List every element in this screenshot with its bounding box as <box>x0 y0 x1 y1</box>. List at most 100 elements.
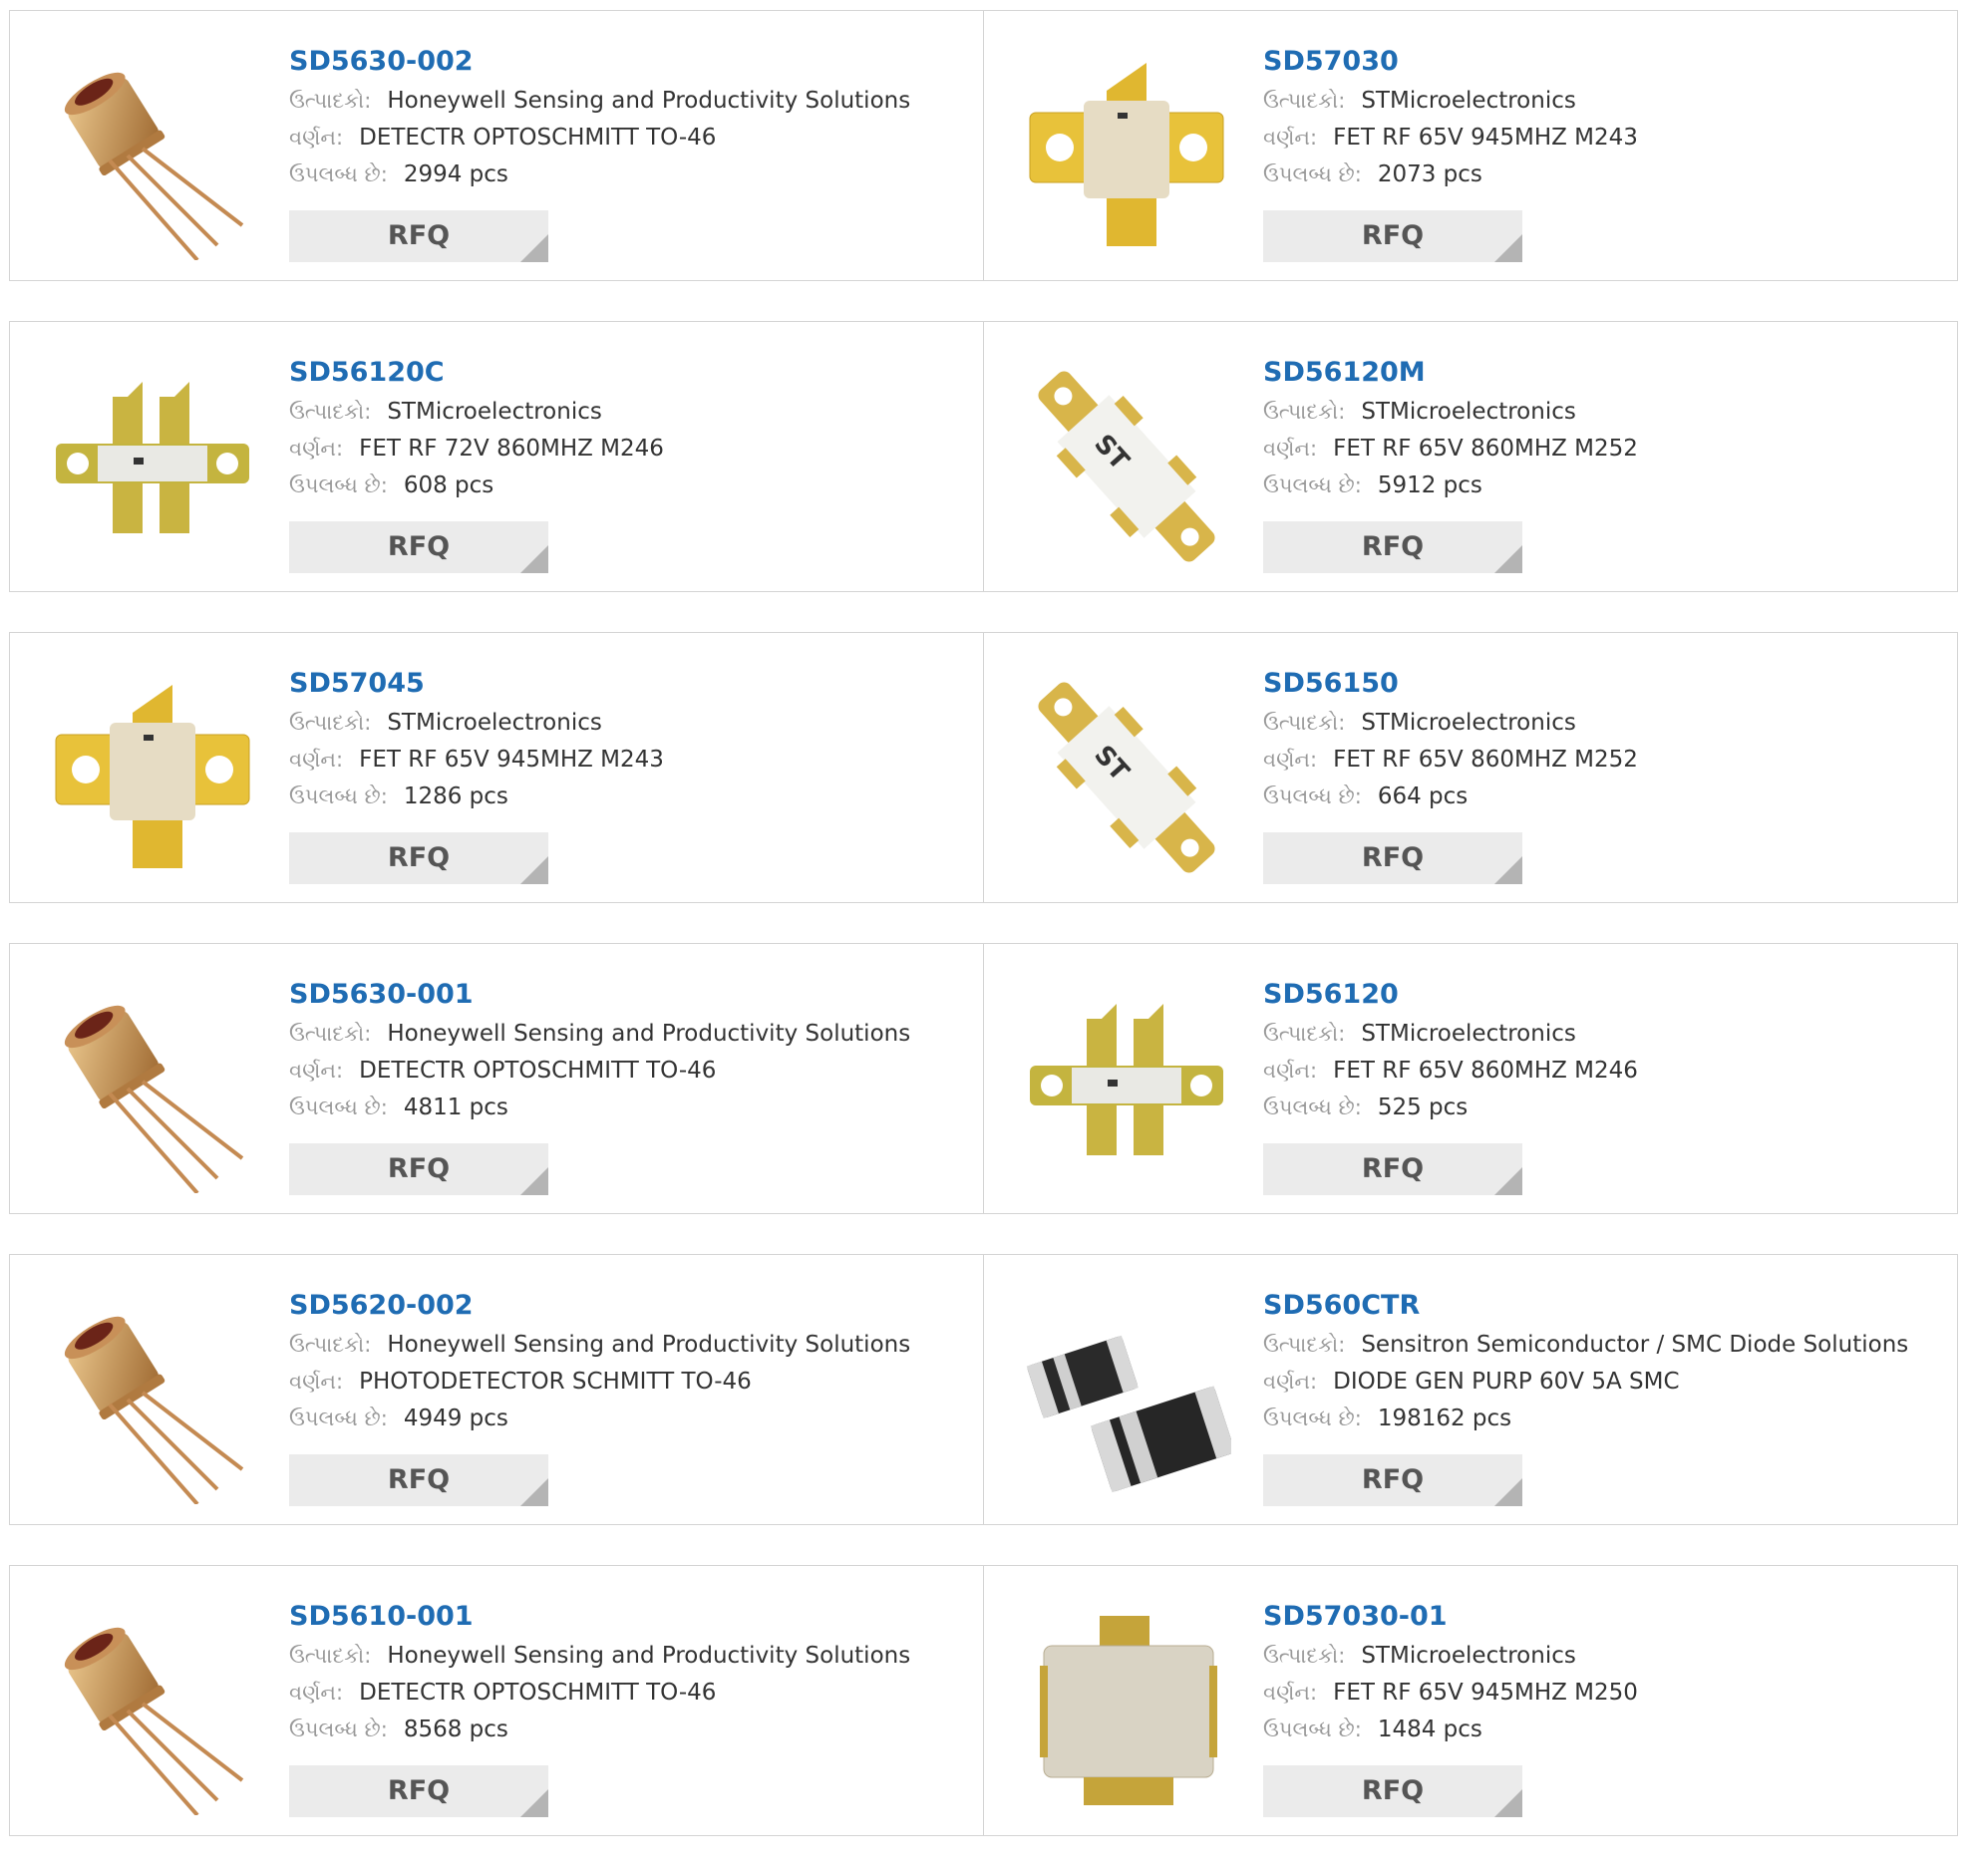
description-value: FET RF 65V 945MHZ M243 <box>1333 125 1638 151</box>
corner-triangle <box>1494 545 1522 573</box>
available-label: ઉપલબ્ધ છે: <box>289 1407 388 1430</box>
available-value: 4949 pcs <box>403 1406 508 1431</box>
smc-diode-icon <box>1026 1335 1231 1493</box>
description-line: વર્ણન: FET RF 65V 860MHZ M252 <box>1263 431 1638 468</box>
m246-flange-icon <box>1030 1004 1223 1155</box>
product-image[interactable] <box>48 362 257 571</box>
available-label: ઉપલબ્ધ છે: <box>1263 1718 1362 1741</box>
rfq-button[interactable]: RFQ <box>1263 1765 1522 1817</box>
description-label: વર્ણન: <box>1263 1059 1318 1083</box>
part-number-link[interactable]: SD56120C <box>289 352 664 394</box>
rfq-button[interactable]: RFQ <box>289 1454 548 1506</box>
manufacturer-line: ઉત્પાદકો: STMicroelectronics <box>1263 1638 1638 1675</box>
rfq-button[interactable]: RFQ <box>1263 1454 1522 1506</box>
manufacturer-line: ઉત્પાદકો: STMicroelectronics <box>1263 394 1638 431</box>
corner-triangle <box>520 1789 548 1817</box>
to46-detector-icon <box>64 1627 244 1815</box>
part-number-link[interactable]: SD560CTR <box>1263 1285 1908 1327</box>
description-value: DETECTR OPTOSCHMITT TO-46 <box>359 125 717 151</box>
rfq-button[interactable]: RFQ <box>289 1765 548 1817</box>
product-image[interactable] <box>1022 1295 1231 1504</box>
description-label: વર્ણન: <box>1263 1681 1318 1705</box>
product-image[interactable] <box>48 673 257 882</box>
corner-triangle <box>520 234 548 262</box>
available-value: 4811 pcs <box>403 1094 508 1120</box>
description-line: વર્ણન: FET RF 65V 945MHZ M243 <box>289 742 664 779</box>
product-image[interactable] <box>1022 1606 1231 1815</box>
product-image[interactable] <box>48 51 257 260</box>
m246-flange-icon <box>56 382 249 533</box>
rfq-button[interactable]: RFQ <box>1263 521 1522 573</box>
description-line: વર્ણન: DETECTR OPTOSCHMITT TO-46 <box>289 1675 910 1712</box>
rfq-button[interactable]: RFQ <box>1263 210 1522 262</box>
product-info: SD5610-001 ઉત્પાદકો: Honeywell Sensing an… <box>289 1596 910 1748</box>
manufacturer-label: ઉત્પાદકો: <box>289 1644 372 1668</box>
available-label: ઉપલબ્ધ છે: <box>289 784 388 808</box>
manufacturer-value: STMicroelectronics <box>1361 1021 1576 1047</box>
product-image[interactable] <box>48 984 257 1193</box>
description-value: FET RF 72V 860MHZ M246 <box>359 436 664 462</box>
product-row: SD56120C ઉત્પાદકો: STMicroelectronics વર્… <box>9 321 1959 594</box>
rfq-button[interactable]: RFQ <box>289 1143 548 1195</box>
part-number-link[interactable]: SD5620-002 <box>289 1285 910 1327</box>
product-image[interactable]: ST <box>1022 673 1231 882</box>
corner-triangle <box>1494 234 1522 262</box>
availability-line: ઉપલબ્ધ છે: 8568 pcs <box>289 1712 910 1748</box>
availability-line: ઉપલબ્ધ છે: 5912 pcs <box>1263 468 1638 504</box>
product-info: SD56120M ઉત્પાદકો: STMicroelectronics વર્… <box>1263 352 1638 504</box>
part-number-link[interactable]: SD57030 <box>1263 41 1638 83</box>
product-grid: SD5630-002 ઉત્પાદકો: Honeywell Sensing an… <box>9 10 1959 1876</box>
product-card: SD5610-001 ઉત્પાદકો: Honeywell Sensing an… <box>9 1565 984 1836</box>
part-number-link[interactable]: SD57030-01 <box>1263 1596 1638 1638</box>
available-label: ઉપલબ્ધ છે: <box>289 473 388 497</box>
description-label: વર્ણન: <box>289 1370 344 1394</box>
part-number-link[interactable]: SD56120 <box>1263 974 1638 1016</box>
description-value: DIODE GEN PURP 60V 5A SMC <box>1333 1369 1680 1395</box>
available-label: ઉપલબ્ધ છે: <box>1263 784 1362 808</box>
corner-triangle <box>1494 1478 1522 1506</box>
description-label: વર્ણન: <box>1263 1370 1318 1394</box>
available-label: ઉપલબ્ધ છે: <box>289 1718 388 1741</box>
available-value: 1484 pcs <box>1377 1717 1482 1742</box>
rfq-button[interactable]: RFQ <box>1263 832 1522 884</box>
rfq-label: RFQ <box>387 531 451 562</box>
part-number-link[interactable]: SD5630-002 <box>289 41 910 83</box>
product-card: SD5620-002 ઉત્પાદકો: Honeywell Sensing an… <box>9 1254 984 1525</box>
description-value: FET RF 65V 945MHZ M243 <box>359 747 664 773</box>
part-number-link[interactable]: SD56120M <box>1263 352 1638 394</box>
product-image[interactable]: ST <box>1022 362 1231 571</box>
available-label: ઉપલબ્ધ છે: <box>289 162 388 186</box>
available-label: ઉપલબ્ધ છે: <box>1263 473 1362 497</box>
part-number-link[interactable]: SD56150 <box>1263 663 1638 705</box>
corner-triangle <box>520 856 548 884</box>
available-label: ઉપલબ્ધ છે: <box>1263 162 1362 186</box>
product-image[interactable] <box>1022 51 1231 260</box>
available-value: 1286 pcs <box>403 783 508 809</box>
rfq-button[interactable]: RFQ <box>1263 1143 1522 1195</box>
manufacturer-value: STMicroelectronics <box>387 399 602 425</box>
manufacturer-label: ઉત્પાદકો: <box>1263 400 1346 424</box>
product-image[interactable] <box>1022 984 1231 1193</box>
product-image[interactable] <box>48 1295 257 1504</box>
product-image[interactable] <box>48 1606 257 1815</box>
description-line: વર્ણન: DETECTR OPTOSCHMITT TO-46 <box>289 1053 910 1090</box>
available-label: ઉપલબ્ધ છે: <box>289 1095 388 1119</box>
manufacturer-line: ઉત્પાદકો: Honeywell Sensing and Productiv… <box>289 1327 910 1364</box>
part-number-link[interactable]: SD57045 <box>289 663 664 705</box>
available-value: 5912 pcs <box>1377 472 1482 498</box>
corner-triangle <box>1494 1167 1522 1195</box>
description-value: DETECTR OPTOSCHMITT TO-46 <box>359 1680 717 1706</box>
manufacturer-value: STMicroelectronics <box>1361 399 1576 425</box>
rfq-button[interactable]: RFQ <box>289 832 548 884</box>
rfq-button[interactable]: RFQ <box>289 210 548 262</box>
manufacturer-label: ઉત્પાદકો: <box>1263 1644 1346 1668</box>
rfq-button[interactable]: RFQ <box>289 521 548 573</box>
part-number-link[interactable]: SD5630-001 <box>289 974 910 1016</box>
description-line: વર્ણન: FET RF 65V 860MHZ M252 <box>1263 742 1638 779</box>
corner-triangle <box>1494 1789 1522 1817</box>
description-value: FET RF 65V 860MHZ M246 <box>1333 1058 1638 1084</box>
description-line: વર્ણન: FET RF 65V 945MHZ M250 <box>1263 1675 1638 1712</box>
rfq-label: RFQ <box>1361 220 1425 251</box>
part-number-link[interactable]: SD5610-001 <box>289 1596 910 1638</box>
availability-line: ઉપલબ્ધ છે: 4949 pcs <box>289 1401 910 1437</box>
